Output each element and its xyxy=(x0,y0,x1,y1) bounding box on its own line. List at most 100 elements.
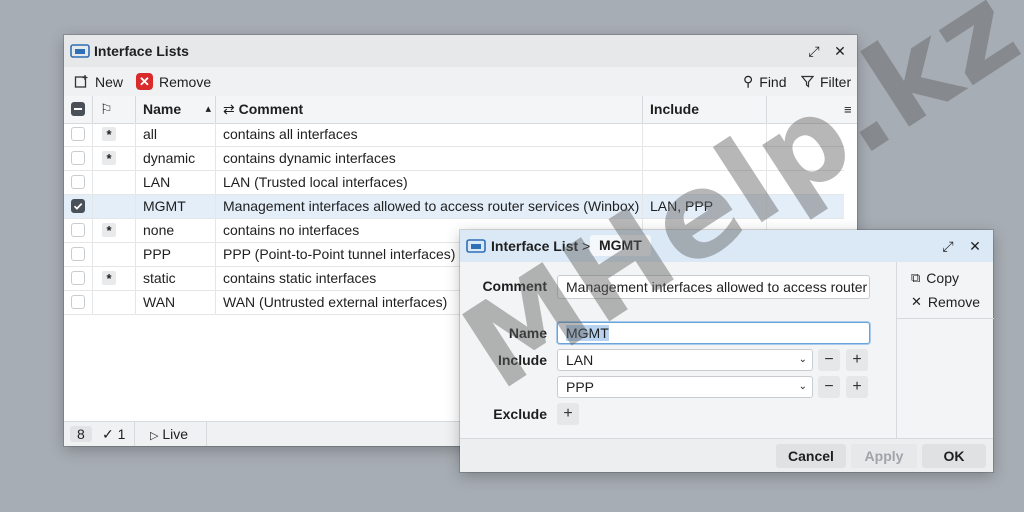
maximize-icon[interactable]: ⤢ xyxy=(806,43,822,59)
filter-button[interactable]: Filter xyxy=(801,67,851,96)
dynamic-flag: * xyxy=(102,127,116,142)
column-menu-icon[interactable]: ≡ xyxy=(844,96,852,123)
remove-label: Remove xyxy=(159,73,212,90)
new-button[interactable]: New xyxy=(74,67,123,96)
row-comment: LAN (Trusted local interfaces) xyxy=(216,171,643,194)
new-icon xyxy=(74,75,88,88)
remove-item-button[interactable]: ✕ Remove xyxy=(911,292,980,312)
row-comment: contains all interfaces xyxy=(216,123,643,146)
live-label: Live xyxy=(162,426,189,442)
dialog-footer: Cancel Apply OK xyxy=(460,438,993,472)
row-include: LAN, PPP xyxy=(643,195,767,218)
find-button[interactable]: ⚲ Find xyxy=(743,67,787,96)
row-name: dynamic xyxy=(136,147,216,170)
comment-column-header[interactable]: ⇄ Comment xyxy=(216,96,643,123)
sort-ascending-icon: ▴ xyxy=(205,103,211,115)
table-row[interactable]: LAN LAN (Trusted local interfaces) xyxy=(64,171,844,195)
find-label: Find xyxy=(759,73,787,90)
dialog-titlebar[interactable]: Interface List > MGMT ⤢ ✕ xyxy=(460,230,993,262)
row-flag xyxy=(93,195,136,218)
include-column-header[interactable]: Include xyxy=(643,96,767,123)
table-row[interactable]: * dynamic contains dynamic interfaces xyxy=(64,147,844,171)
copy-label: Copy xyxy=(926,270,959,286)
row-include xyxy=(643,147,767,170)
check-icon: ✓ xyxy=(102,426,114,442)
breadcrumb: Interface List > xyxy=(491,238,590,254)
row-checkbox[interactable] xyxy=(71,151,85,165)
play-icon: ▷ xyxy=(150,430,159,442)
table-row-selected[interactable]: MGMT Management interfaces allowed to ac… xyxy=(64,195,844,219)
name-label: Name xyxy=(508,325,547,341)
remove-include-button[interactable]: − xyxy=(818,376,840,398)
row-flag xyxy=(93,171,136,194)
breadcrumb-parent[interactable]: Interface List xyxy=(491,238,578,254)
breadcrumb-separator: > xyxy=(582,238,591,254)
cancel-button[interactable]: Cancel xyxy=(776,444,846,468)
comment-header-label: Comment xyxy=(238,101,304,117)
flag-column-header[interactable]: ⚐ xyxy=(93,96,136,123)
chevron-down-icon: ⌄ xyxy=(798,381,807,392)
name-field-value: MGMT xyxy=(566,325,609,341)
add-exclude-button[interactable]: + xyxy=(557,403,579,425)
interface-list-icon xyxy=(70,44,90,58)
row-checkbox[interactable] xyxy=(71,247,85,261)
remove-include-button[interactable]: − xyxy=(818,349,840,371)
row-comment: Management interfaces allowed to access … xyxy=(216,195,643,218)
include-header-label: Include xyxy=(650,101,700,117)
include-select-2-value: PPP xyxy=(566,379,595,395)
row-name: PPP xyxy=(136,243,216,266)
row-checkbox[interactable] xyxy=(71,271,85,285)
window-title: Interface Lists xyxy=(94,43,189,59)
main-titlebar[interactable]: Interface Lists ⤢ ✕ xyxy=(64,35,857,67)
dialog-side-panel: ⧉ Copy ✕ Remove xyxy=(896,262,994,439)
row-name: WAN xyxy=(136,291,216,314)
selected-count-value: 1 xyxy=(117,426,126,442)
interface-list-edit-dialog: Interface List > MGMT ⤢ ✕ Comment Manage… xyxy=(460,230,994,472)
row-include xyxy=(643,123,767,146)
filter-label: Filter xyxy=(820,73,852,90)
copy-icon: ⧉ xyxy=(911,270,921,285)
row-flag xyxy=(93,291,136,314)
search-icon: ⚲ xyxy=(743,73,754,89)
name-column-header[interactable]: Name ▴ xyxy=(136,96,216,123)
name-field[interactable]: MGMT xyxy=(557,322,870,344)
include-select-1[interactable]: LAN ⌄ xyxy=(557,349,813,371)
close-icon[interactable]: ✕ xyxy=(967,238,983,254)
remove-x-icon: ✕ xyxy=(911,294,922,309)
breadcrumb-current: MGMT xyxy=(590,235,651,256)
filter-icon xyxy=(801,75,814,88)
add-include-button[interactable]: + xyxy=(846,349,868,371)
row-name: LAN xyxy=(136,171,216,194)
main-toolbar: New ✕ Remove ⚲ Find Filter xyxy=(64,67,857,97)
row-checkbox[interactable] xyxy=(71,127,85,141)
row-checkbox[interactable] xyxy=(71,223,85,237)
row-flag xyxy=(93,243,136,266)
include-select-2[interactable]: PPP ⌄ xyxy=(557,376,813,398)
chevron-down-icon: ⌄ xyxy=(798,354,807,365)
dynamic-flag: * xyxy=(102,271,116,286)
new-label: New xyxy=(95,73,124,90)
maximize-icon[interactable]: ⤢ xyxy=(940,238,956,254)
row-checkbox[interactable] xyxy=(71,175,85,189)
remove-button[interactable]: ✕ Remove xyxy=(136,67,211,96)
table-row[interactable]: * all contains all interfaces xyxy=(64,123,844,147)
include-label: Include xyxy=(497,352,547,368)
row-checkbox-checked[interactable] xyxy=(71,199,85,213)
row-checkbox[interactable] xyxy=(71,295,85,309)
checkmark-icon xyxy=(73,203,83,210)
include-select-1-value: LAN xyxy=(566,352,594,368)
remove-icon: ✕ xyxy=(136,73,153,90)
comment-icon: ⇄ xyxy=(223,101,235,117)
select-all-checkbox[interactable] xyxy=(71,102,85,116)
add-include-button[interactable]: + xyxy=(846,376,868,398)
close-icon[interactable]: ✕ xyxy=(832,43,848,59)
select-all-header[interactable] xyxy=(64,96,93,123)
copy-button[interactable]: ⧉ Copy xyxy=(911,268,959,288)
row-count-badge: 8 xyxy=(70,426,92,442)
row-name: all xyxy=(136,123,216,146)
ok-button[interactable]: OK xyxy=(922,444,986,468)
table-header: ⚐ Name ▴ ⇄ Comment Include ≡ xyxy=(64,96,857,124)
comment-field[interactable]: Management interfaces allowed to access … xyxy=(557,275,870,299)
apply-button[interactable]: Apply xyxy=(851,444,917,468)
live-toggle[interactable]: ▷ Live xyxy=(150,426,188,444)
